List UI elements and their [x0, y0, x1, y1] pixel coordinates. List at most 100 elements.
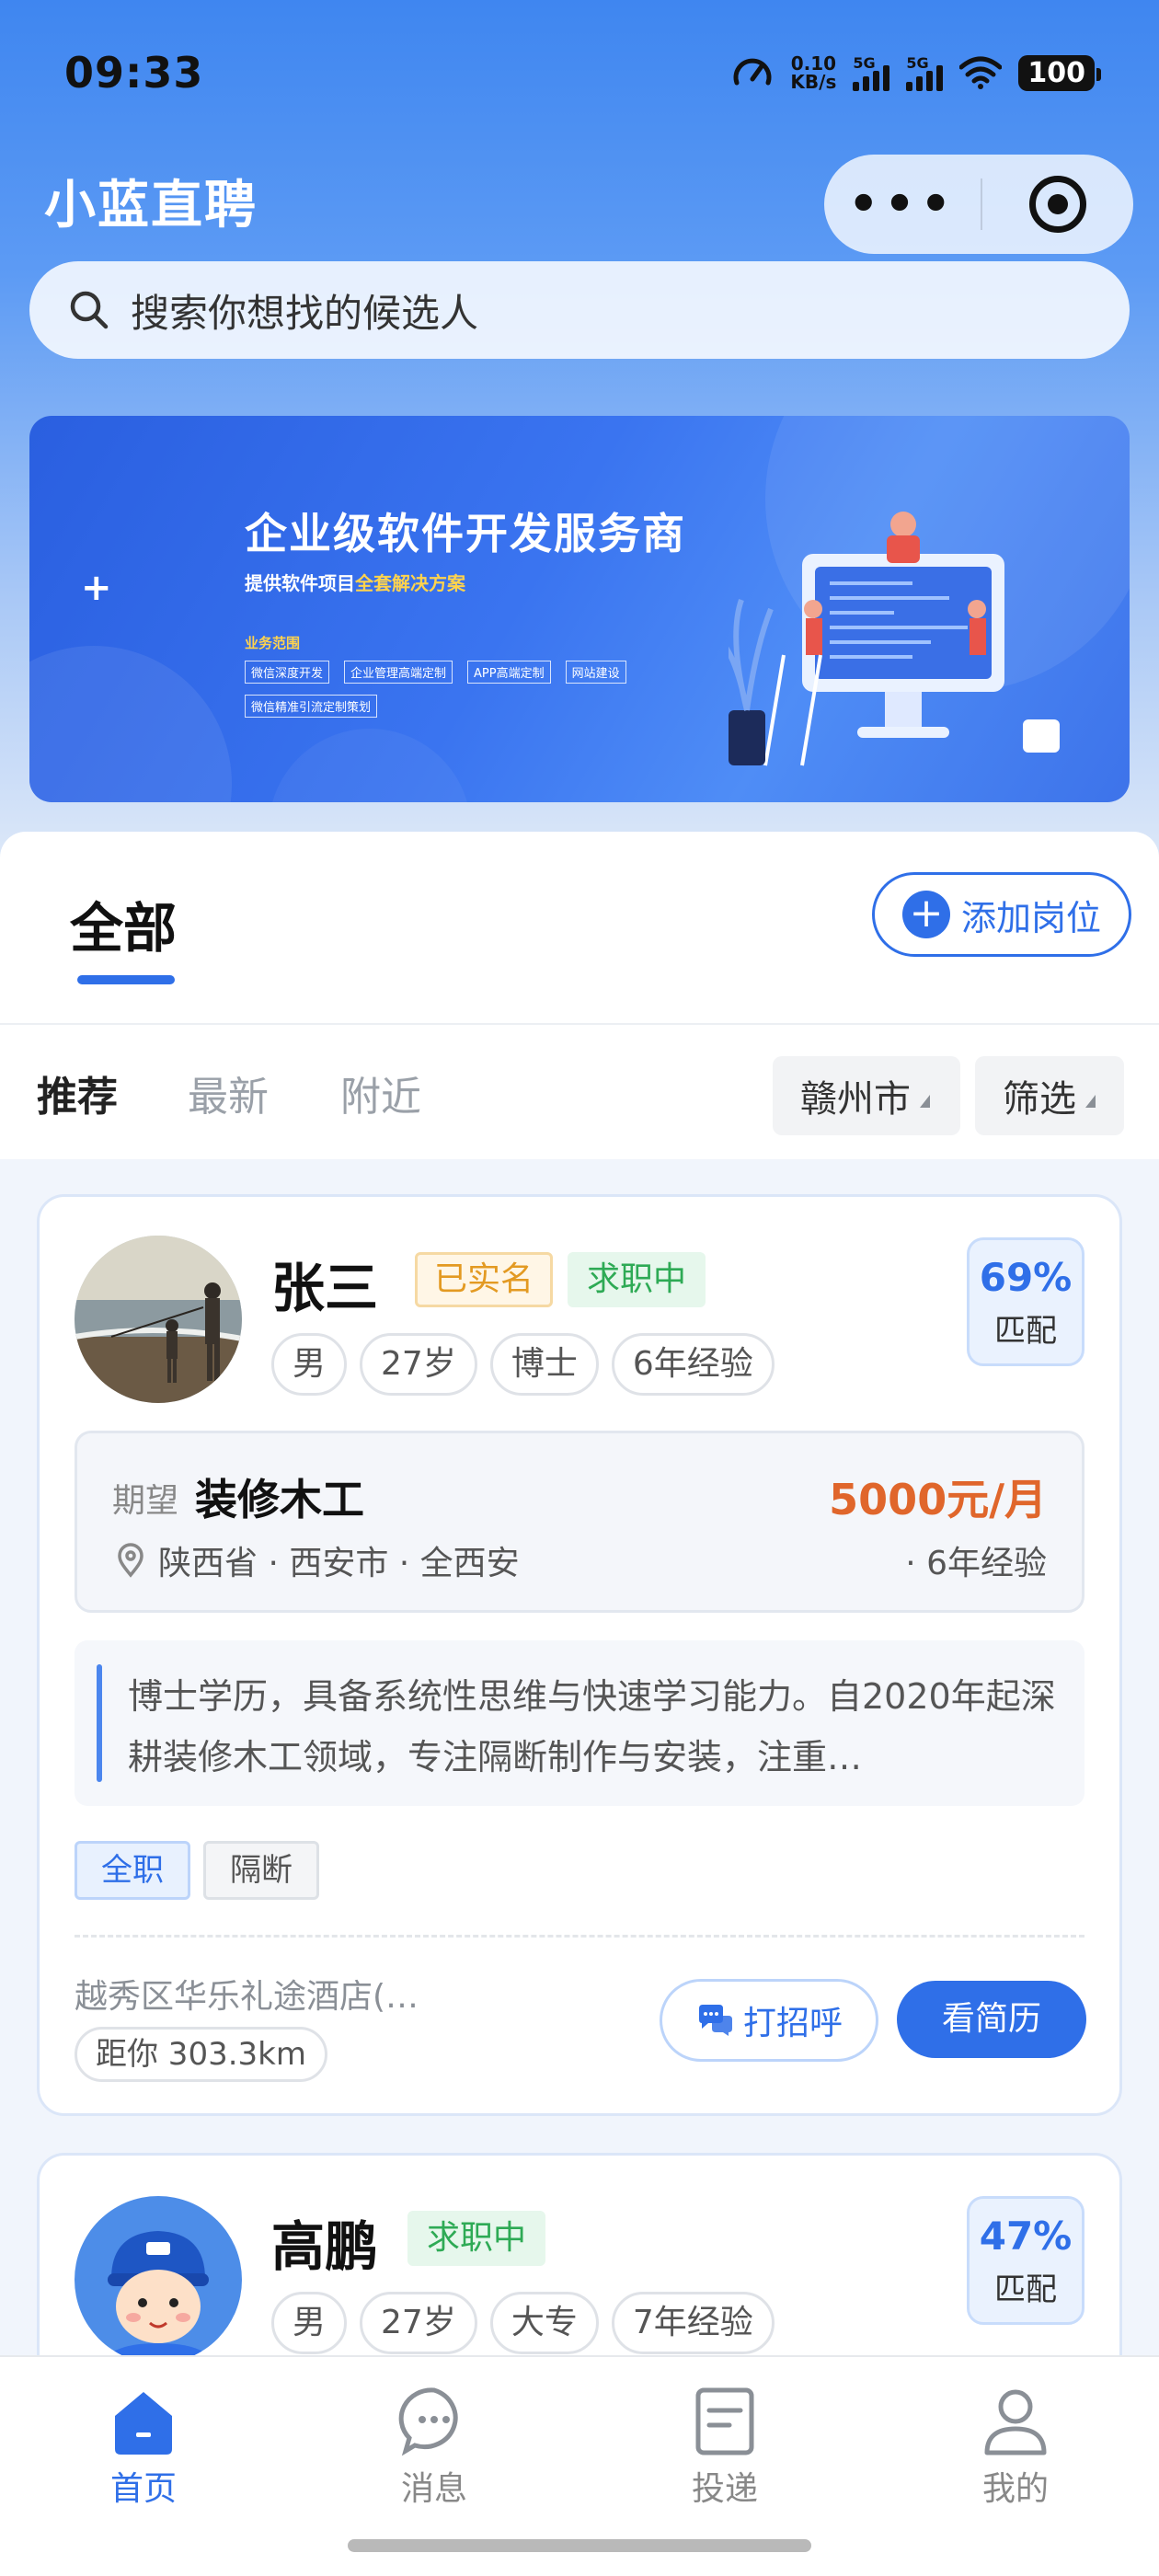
dropdown-triangle-icon [1085, 1095, 1096, 1108]
tag-skill: 隔断 [203, 1841, 319, 1900]
more-menu-button[interactable]: ••• [824, 180, 981, 228]
banner-scope-label: 业务范围 [245, 635, 301, 651]
banner-service: 企业管理高端定制 [344, 661, 453, 684]
expectation-box: 期望 装修木工 5000元/月 陕西省 · 西安市 · 全西安 · 6年经验 [75, 1431, 1084, 1613]
greet-label: 打招呼 [742, 2005, 843, 2042]
search-placeholder: 搜索你想找的候选人 [131, 290, 479, 336]
filter-tab-latest[interactable]: 最新 [188, 1064, 269, 1122]
home-indicator[interactable] [348, 2539, 811, 2552]
candidate-description: 博士学历，具备系统性思维与快速学习能力。自2020年起深耕装修木工领域，专注隔断… [75, 1640, 1084, 1806]
candidate-chips: 男 27岁 大专 7年经验 [271, 2292, 775, 2354]
banner-service: APP高端定制 [467, 661, 551, 684]
tab-home-label: 首页 [109, 2470, 177, 2508]
plus-decoration-icon: + [81, 567, 112, 609]
candidate-name: 高鹏 [271, 2215, 379, 2278]
tag-fulltime: 全职 [75, 1841, 190, 1900]
chat-icon [698, 2005, 732, 2036]
close-miniprogram-button[interactable] [982, 176, 1133, 233]
filter-tab-recommend[interactable]: 推荐 [37, 1064, 118, 1122]
tab-messages-label: 消息 [400, 2470, 467, 2508]
greet-button[interactable]: 打招呼 [660, 1979, 878, 2062]
view-resume-button[interactable]: 看简历 [897, 1981, 1086, 2058]
distance-chip: 距你 303.3km [75, 2027, 327, 2082]
plus-icon: + [902, 891, 950, 938]
add-position-label: 添加岗位 [961, 897, 1102, 938]
expect-label: 期望 [112, 1482, 179, 1520]
battery-icon: 100 [1018, 54, 1101, 91]
chip-experience: 6年经验 [611, 1333, 775, 1396]
banner-subtitle: 提供软件项目全套解决方案 [245, 572, 465, 594]
profile-icon [984, 2389, 1047, 2455]
banner-services: 微信深度开发 企业管理高端定制 APP高端定制 网站建设 微信精准引流定制策划 [245, 661, 631, 718]
speedometer-icon [733, 58, 772, 86]
expected-location: 陕西省 · 西安市 · 全西安 [112, 1536, 520, 1584]
chip-age: 27岁 [360, 1333, 477, 1396]
expected-job: 装修木工 [195, 1475, 364, 1524]
search-icon [70, 291, 109, 329]
signal-icon: 5G [853, 54, 890, 91]
status-badge: 求职中 [407, 2211, 546, 2266]
banner-service: 微信精准引流定制策划 [245, 695, 378, 718]
dropdown-triangle-icon [920, 1095, 930, 1108]
filter-tab-nearby[interactable]: 附近 [340, 1064, 421, 1122]
banner-service: 网站建设 [565, 661, 626, 684]
tab-delivery[interactable]: 投递 [633, 2375, 817, 2510]
chip-experience: 7年经验 [611, 2292, 775, 2354]
banner-service: 微信深度开发 [245, 661, 330, 684]
description-text: 博士学历，具备系统性思维与快速学习能力。自2020年起深耕装修木工领域，专注隔断… [128, 1676, 1056, 1777]
match-percent: 47% [979, 2214, 1073, 2259]
tab-delivery-label: 投递 [691, 2470, 758, 2508]
status-icons: 0.10 KB/s 5G 5G 100 [731, 52, 1101, 94]
message-icon [398, 2387, 458, 2456]
tab-profile-label: 我的 [981, 2470, 1049, 2508]
verified-badge: 已实名 [415, 1252, 554, 1307]
match-label: 匹配 [994, 1313, 1057, 1350]
match-label: 匹配 [994, 2271, 1057, 2308]
search-bar[interactable]: 搜索你想找的候选人 [29, 261, 1130, 359]
city-select[interactable]: 赣州市 [773, 1056, 960, 1135]
tab-messages[interactable]: 消息 [342, 2375, 526, 2510]
signal-icon-2: 5G [906, 54, 944, 91]
status-bar: 09:33 0.10 KB/s 5G 5G 100 [0, 0, 1159, 147]
network-speed: 0.10 KB/s [790, 52, 837, 93]
status-badge: 求职中 [568, 1252, 706, 1307]
match-score: 69% 匹配 [967, 1237, 1084, 1366]
wifi-icon [959, 56, 1003, 89]
candidate-tags: 全职 隔断 [75, 1841, 319, 1900]
candidate-address: 越秀区华乐礼途酒店(… [75, 1978, 419, 2016]
main-panel: 全部 + 添加岗位 推荐 最新 附近 赣州市 筛选 张三 已实名 求职中 男 2… [0, 832, 1159, 2576]
status-time: 09:33 [64, 48, 204, 98]
match-score: 47% 匹配 [967, 2196, 1084, 2325]
expected-salary: 5000元/月 [829, 1475, 1047, 1524]
document-icon [695, 2387, 754, 2455]
candidate-name: 张三 [271, 1257, 379, 1319]
filter-button-label: 筛选 [1003, 1078, 1076, 1121]
promo-banner[interactable]: + 企业级软件开发服务商 提供软件项目全套解决方案 业务范围 微信深度开发 企业… [29, 416, 1130, 802]
developers-illustration [729, 512, 1060, 766]
match-percent: 69% [979, 1255, 1073, 1300]
avatar [75, 2196, 242, 2363]
tab-home[interactable]: 首页 [52, 2375, 235, 2510]
chip-gender: 男 [271, 2292, 348, 2354]
tab-all[interactable]: 全部 [70, 885, 177, 962]
filter-button[interactable]: 筛选 [975, 1056, 1124, 1135]
miniprogram-capsule: ••• [824, 155, 1133, 254]
chip-age: 27岁 [360, 2292, 477, 2354]
city-select-label: 赣州市 [800, 1078, 911, 1121]
tab-profile[interactable]: 我的 [924, 2375, 1107, 2510]
banner-title: 企业级软件开发服务商 [245, 509, 686, 558]
avatar [75, 1236, 242, 1403]
filter-row: 推荐 最新 附近 赣州市 筛选 [0, 1025, 1159, 1159]
add-position-button[interactable]: + 添加岗位 [872, 872, 1131, 957]
app-title: 小蓝直聘 [44, 176, 258, 236]
tab-active-indicator [77, 975, 175, 984]
candidate-card[interactable]: 张三 已实名 求职中 男 27岁 博士 6年经验 69% 匹配 期望 装修木工 … [37, 1194, 1122, 2116]
dashed-divider [75, 1935, 1084, 1938]
target-icon [1029, 176, 1086, 233]
expected-experience: · 6年经验 [905, 1545, 1047, 1582]
candidate-chips: 男 27岁 博士 6年经验 [271, 1333, 775, 1396]
location-pin-icon [118, 1543, 143, 1578]
chip-education: 博士 [489, 1333, 599, 1396]
home-icon [115, 2392, 172, 2455]
chip-education: 大专 [489, 2292, 599, 2354]
